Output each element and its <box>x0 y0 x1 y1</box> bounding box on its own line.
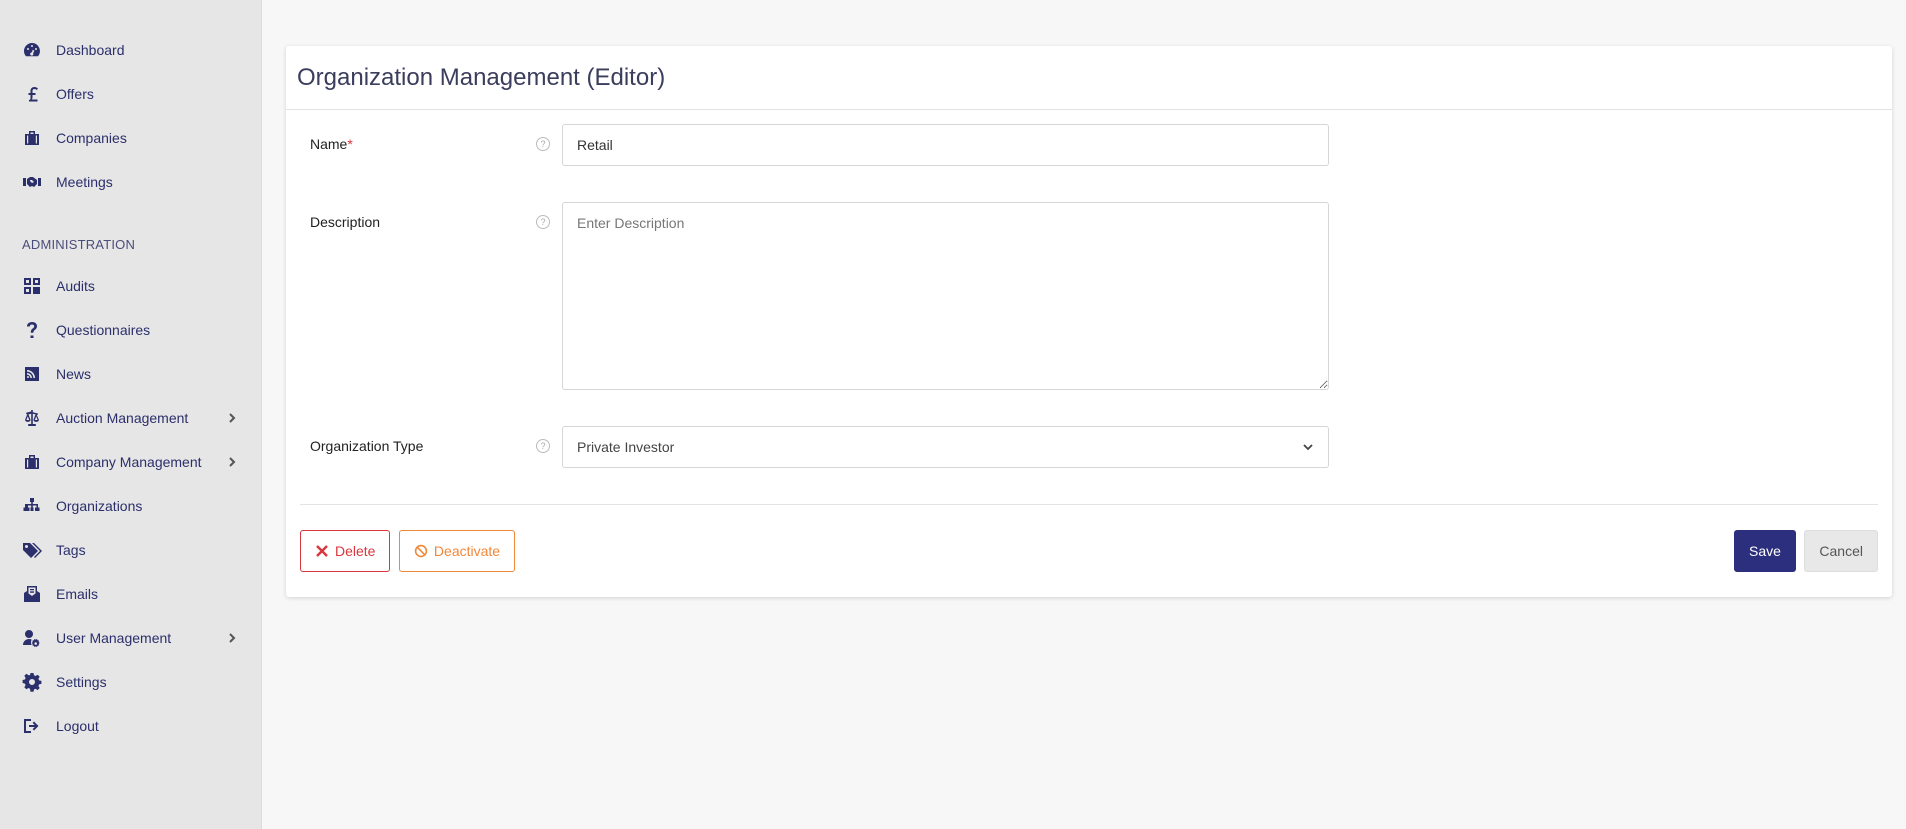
sidebar-item-companies[interactable]: Companies <box>0 116 261 160</box>
chevron-right-icon <box>225 631 239 645</box>
sidebar-item-label: Company Management <box>56 454 202 470</box>
editor-card: Organization Management (Editor) Name* ?… <box>286 46 1892 597</box>
deactivate-button[interactable]: Deactivate <box>398 530 516 572</box>
organization-form: Name* ? Description ? Organization Type … <box>286 110 1892 468</box>
tags-icon <box>20 538 44 562</box>
sitemap-icon <box>20 494 44 518</box>
ban-icon <box>414 544 428 558</box>
organization-type-select[interactable]: Private Investor <box>562 426 1329 468</box>
help-icon[interactable]: ? <box>536 137 550 151</box>
right-actions: Save Cancel <box>1734 530 1878 572</box>
form-row-description: Description ? <box>300 202 1878 390</box>
description-label: Description <box>310 214 381 230</box>
sidebar-item-logout[interactable]: Logout <box>0 704 261 748</box>
page-title: Organization Management (Editor) <box>297 63 666 91</box>
cancel-button[interactable]: Cancel <box>1804 530 1878 572</box>
name-label: Name* <box>300 124 536 152</box>
sidebar-item-offers[interactable]: Offers <box>0 72 261 116</box>
briefcase-icon <box>20 450 44 474</box>
sidebar-item-user-management[interactable]: User Management <box>0 616 261 660</box>
chevron-right-icon <box>225 455 239 469</box>
rss-icon <box>20 362 44 386</box>
card-header: Organization Management (Editor) <box>286 46 1892 110</box>
delete-button[interactable]: Delete <box>300 530 391 572</box>
question-icon <box>20 318 44 342</box>
sidebar: Dashboard Offers Companies Meetings ADMI… <box>0 0 262 829</box>
pound-icon <box>20 82 44 106</box>
dashboard-icon <box>20 38 44 62</box>
sidebar-item-label: Offers <box>56 86 94 102</box>
sidebar-item-label: Emails <box>56 586 99 602</box>
scale-icon <box>20 406 44 430</box>
sidebar-item-questionnaires[interactable]: Questionnaires <box>0 308 261 352</box>
sidebar-item-label: Tags <box>56 542 86 558</box>
sidebar-item-tags[interactable]: Tags <box>0 528 261 572</box>
sidebar-item-label: User Management <box>56 630 172 646</box>
gear-icon <box>20 670 44 694</box>
deactivate-button-label: Deactivate <box>433 543 501 559</box>
sidebar-item-settings[interactable]: Settings <box>0 660 261 704</box>
delete-button-label: Delete <box>335 543 376 559</box>
grid-icon <box>20 274 44 298</box>
sidebar-item-label: Logout <box>56 718 99 734</box>
sidebar-item-label: Companies <box>56 130 127 146</box>
section-title-administration: ADMINISTRATION <box>22 237 136 252</box>
sidebar-item-company-management[interactable]: Company Management <box>0 440 261 484</box>
name-label-text: Name <box>310 136 348 152</box>
name-input[interactable] <box>562 124 1329 166</box>
save-button[interactable]: Save <box>1734 530 1796 572</box>
sidebar-item-organizations[interactable]: Organizations <box>0 484 261 528</box>
description-textarea[interactable] <box>562 202 1329 390</box>
logout-icon <box>20 714 44 738</box>
organization-type-label: Organization Type <box>310 438 424 454</box>
sidebar-item-label: News <box>56 366 92 382</box>
sidebar-item-news[interactable]: News <box>0 352 261 396</box>
sidebar-item-label: Audits <box>56 278 95 294</box>
sidebar-item-label: Settings <box>56 674 107 690</box>
form-row-name: Name* ? <box>300 124 1878 166</box>
close-icon <box>316 545 328 557</box>
sidebar-item-label: Questionnaires <box>56 322 151 338</box>
left-actions: Delete Deactivate <box>300 530 516 572</box>
help-icon[interactable]: ? <box>536 439 550 453</box>
sidebar-item-label: Meetings <box>56 174 113 190</box>
main-content: Organization Management (Editor) Name* ?… <box>262 0 1906 829</box>
handshake-icon <box>20 170 44 194</box>
mail-icon <box>20 582 44 606</box>
sidebar-item-dashboard[interactable]: Dashboard <box>0 28 261 72</box>
required-mark: * <box>347 136 353 152</box>
sidebar-item-meetings[interactable]: Meetings <box>0 160 261 204</box>
chevron-down-icon <box>1303 444 1313 451</box>
sidebar-item-emails[interactable]: Emails <box>0 572 261 616</box>
sidebar-item-audits[interactable]: Audits <box>0 264 261 308</box>
sidebar-item-label: Auction Management <box>56 410 189 426</box>
help-icon[interactable]: ? <box>536 215 550 229</box>
briefcase-icon <box>20 126 44 150</box>
sidebar-item-auction-management[interactable]: Auction Management <box>0 396 261 440</box>
sidebar-item-label: Organizations <box>56 498 143 514</box>
user-cog-icon <box>20 626 44 650</box>
form-actions: Delete Deactivate Save Cancel <box>286 505 1892 597</box>
organization-type-value: Private Investor <box>577 439 675 455</box>
sidebar-item-label: Dashboard <box>56 42 125 58</box>
form-row-organization-type: Organization Type ? Private Investor <box>300 426 1878 468</box>
chevron-right-icon <box>225 411 239 425</box>
